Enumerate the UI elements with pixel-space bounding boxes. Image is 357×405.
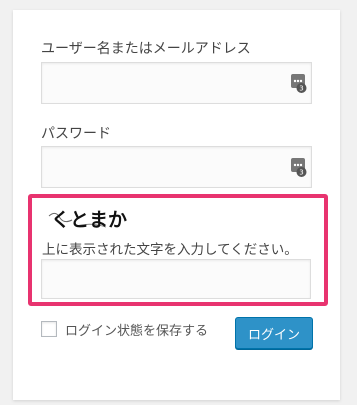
password-manager-badge: 3 (299, 85, 303, 93)
captcha-instruction: 上に表示された文字を入力してください。 (42, 242, 298, 258)
login-button[interactable]: ログイン (235, 317, 313, 349)
captcha-text: くとまか (51, 209, 127, 231)
password-label: パスワード (41, 126, 111, 142)
password-manager-icon[interactable]: 3 (291, 74, 307, 94)
captcha-highlight-box: くとまか 上に表示された文字を入力してください。 (28, 194, 328, 306)
password-field[interactable]: 3 (41, 146, 312, 188)
password-manager-badge: 3 (299, 169, 303, 177)
username-label: ユーザー名またはメールアドレス (41, 41, 251, 57)
remember-me-checkbox[interactable] (41, 321, 57, 337)
username-field[interactable]: 3 (41, 62, 312, 104)
captcha-input[interactable] (41, 259, 311, 299)
password-manager-icon[interactable]: 3 (291, 158, 307, 178)
remember-me[interactable]: ログイン状態を保存する (41, 320, 208, 339)
captcha-image: くとまか (48, 209, 127, 231)
remember-me-label[interactable]: ログイン状態を保存する (65, 320, 208, 339)
